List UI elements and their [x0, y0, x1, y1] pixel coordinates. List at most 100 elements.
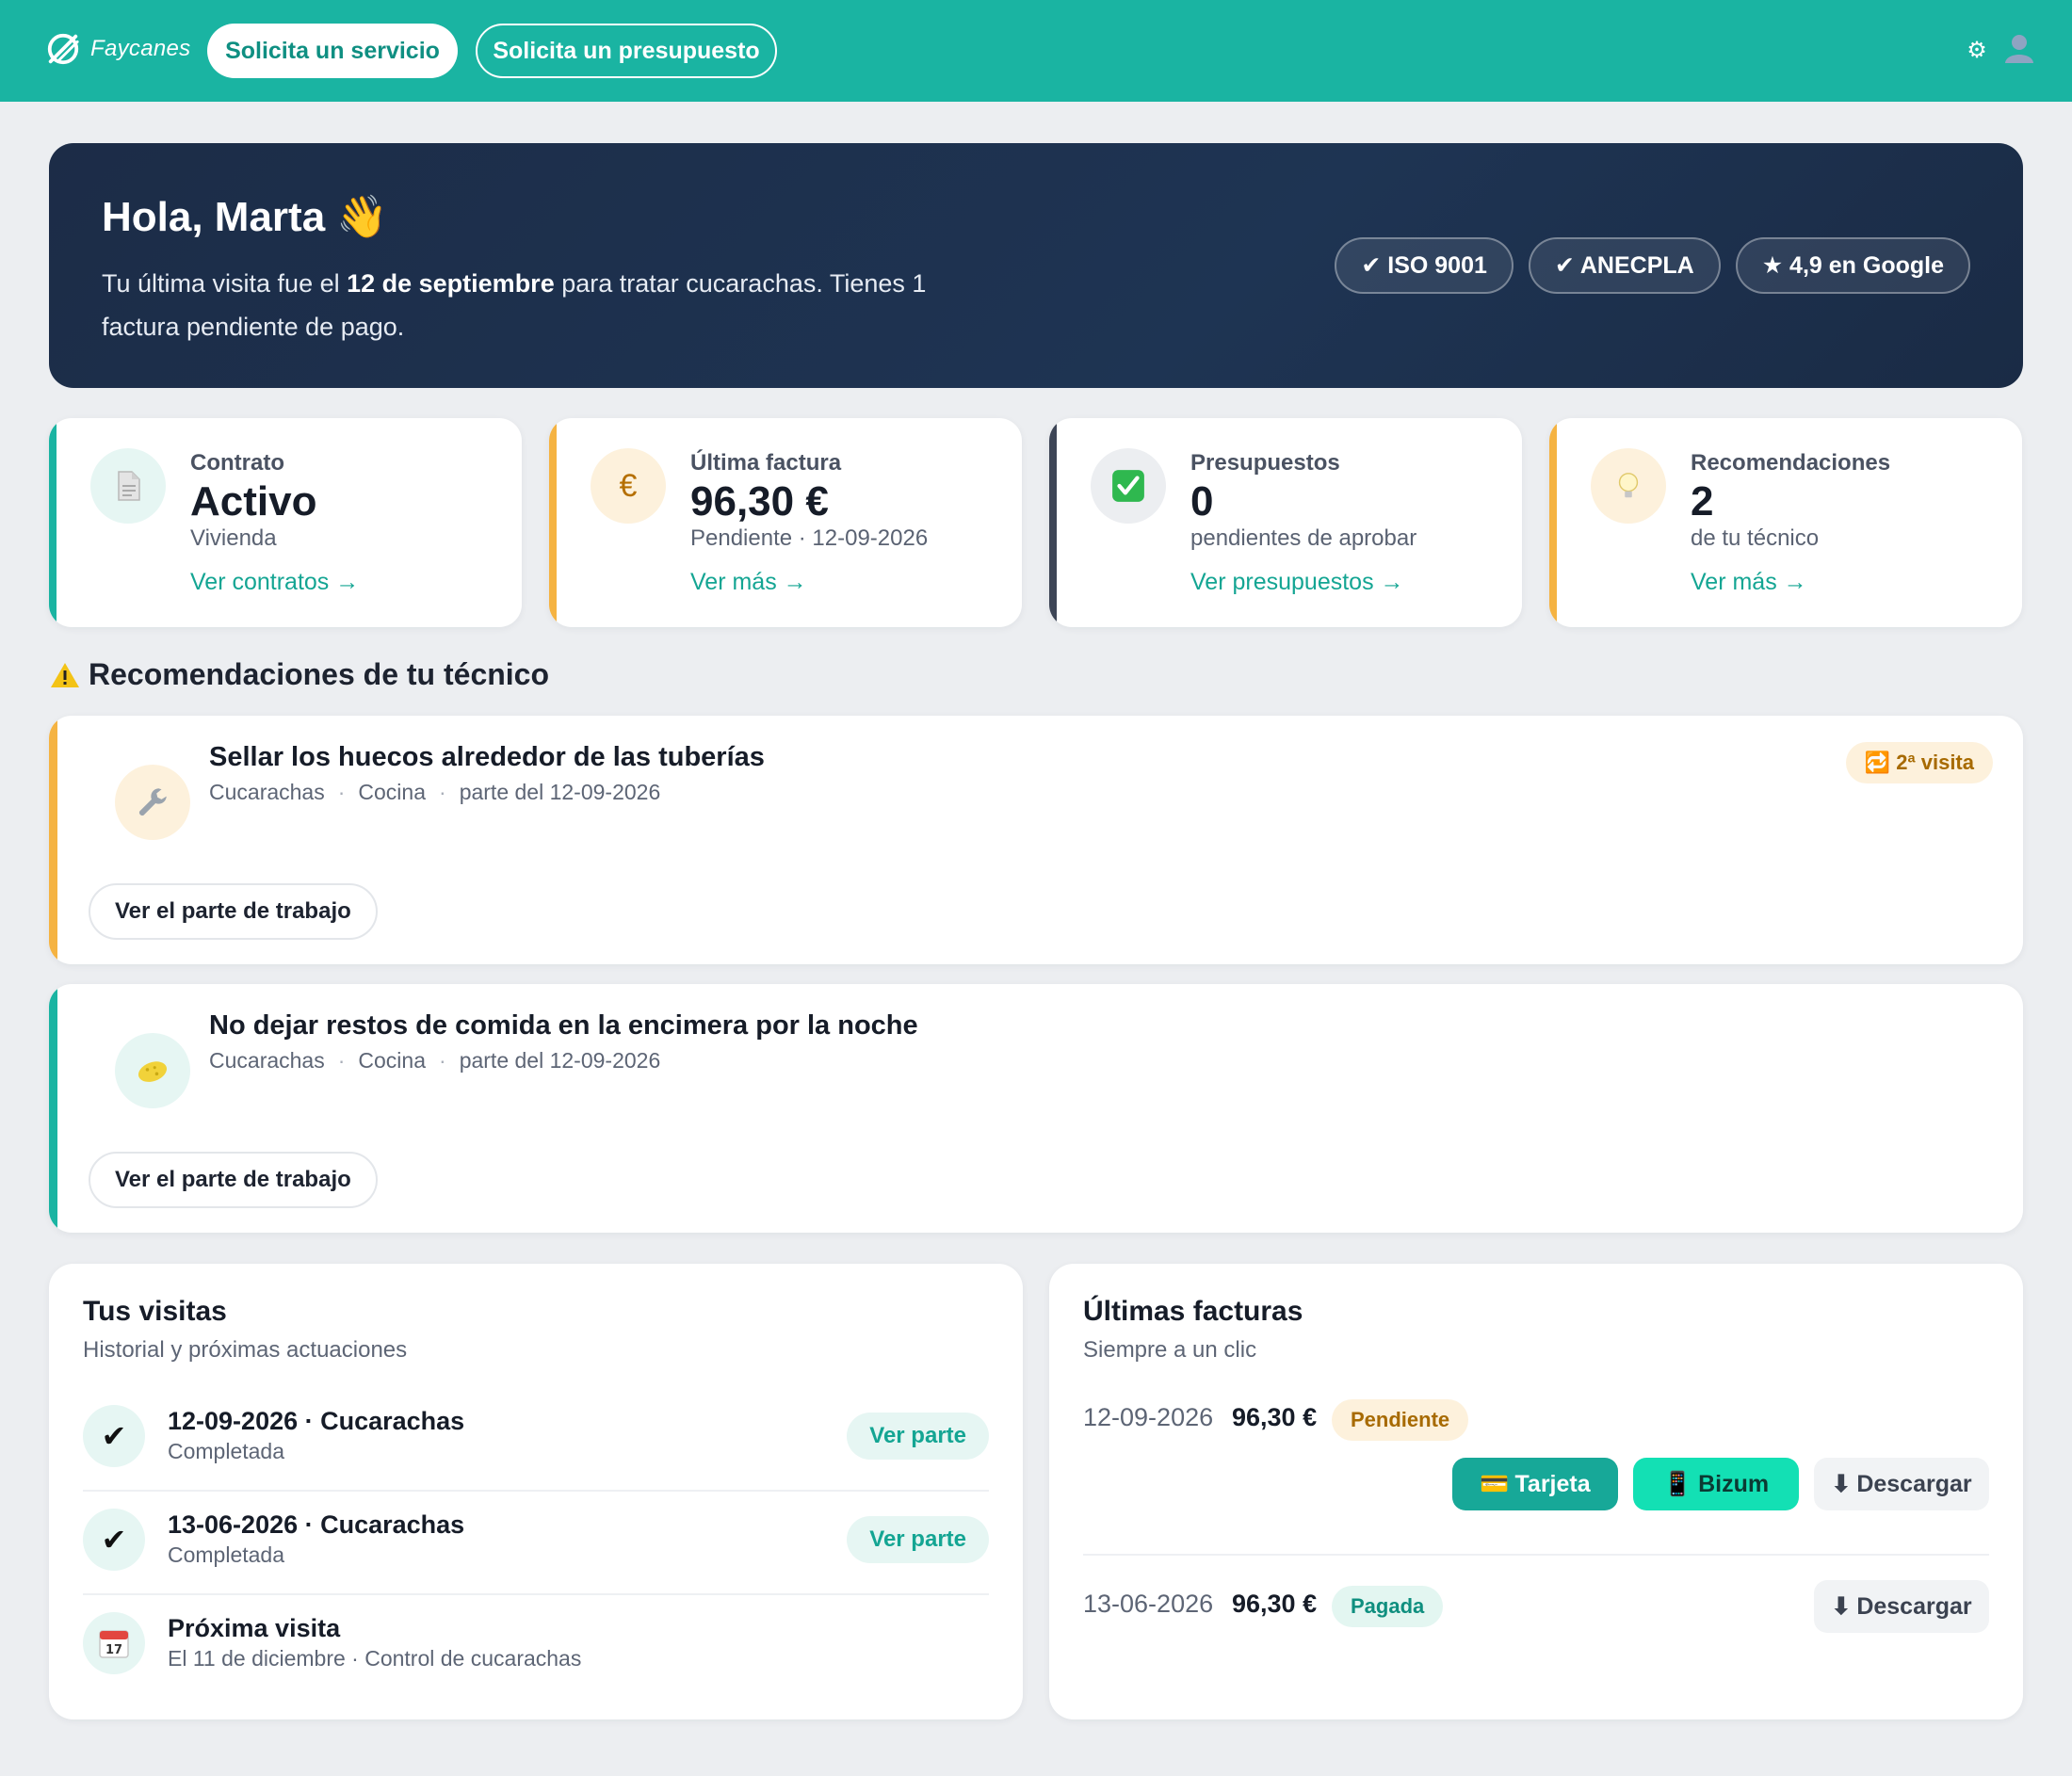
- request-service-button[interactable]: Solicita un servicio: [207, 24, 458, 78]
- download-label: Descargar: [1856, 1592, 1972, 1620]
- stat-value: 2: [1691, 478, 1714, 525]
- welcome-title: Hola, Marta 👋: [102, 192, 388, 241]
- visits-subtitle: Historial y próximas actuaciones: [83, 1337, 408, 1363]
- pest-label: Cucarachas: [209, 1048, 325, 1073]
- sponge-icon: [115, 1033, 190, 1108]
- room-label: Cocina: [358, 1048, 427, 1073]
- recommendation-card: No dejar restos de comida en la encimera…: [49, 984, 2023, 1233]
- welcome-banner: Hola, Marta 👋 Tu última visita fue el 12…: [49, 143, 2023, 388]
- gear-icon[interactable]: ⚙: [1965, 38, 1989, 63]
- waving-hand-icon: 👋: [336, 194, 389, 240]
- stat-value: 0: [1190, 478, 1214, 525]
- invoice-amount: 96,30 €: [1232, 1403, 1318, 1431]
- meta-separator: ·: [439, 1048, 446, 1073]
- recommendation-title: Sellar los huecos alrededor de las tuber…: [209, 742, 765, 772]
- checkmark-icon: ✔: [83, 1405, 145, 1467]
- user-avatar-icon[interactable]: [2002, 31, 2036, 70]
- welcome-greeting: Hola, Marta: [102, 194, 326, 240]
- download-invoice-button[interactable]: ⬇ Descargar: [1814, 1580, 1989, 1633]
- visits-title: Tus visitas: [83, 1296, 227, 1327]
- recommendation-title: No dejar restos de comida en la encimera…: [209, 1010, 918, 1041]
- view-contracts-link[interactable]: Ver contratos →: [190, 569, 359, 596]
- view-report-button[interactable]: Ver parte: [847, 1413, 989, 1460]
- meta-separator: ·: [337, 780, 346, 804]
- warning-icon: [51, 662, 79, 687]
- stat-card-contract[interactable]: Contrato Activo Vivienda Ver contratos →: [49, 418, 522, 627]
- invoice-date: 12-09-2026: [1083, 1403, 1214, 1431]
- visit-row: ✔ 12-09-2026 · Cucarachas Completada Ver…: [83, 1388, 989, 1492]
- invoices-subtitle: Siempre a un clic: [1083, 1337, 1257, 1363]
- meta-separator: ·: [337, 1048, 346, 1073]
- document-icon: [90, 448, 166, 524]
- recommendations-section-title: Recomendaciones de tu técnico: [49, 657, 549, 692]
- check-icon: [1091, 448, 1166, 524]
- checkmark-icon: ✔: [83, 1509, 145, 1571]
- stat-label: Presupuestos: [1190, 450, 1340, 476]
- invoice-amount: 96,30 €: [1232, 1590, 1318, 1618]
- request-quote-button[interactable]: Solicita un presupuesto: [476, 24, 777, 78]
- lightbulb-icon: [1591, 448, 1666, 524]
- status-badge: Pagada: [1332, 1586, 1444, 1627]
- download-icon: ⬇: [1831, 1593, 1852, 1620]
- last-visit-date: 12 de septiembre: [347, 269, 555, 298]
- stat-card-quotes[interactable]: Presupuestos 0 pendientes de aprobar Ver…: [1049, 418, 1522, 627]
- brand-logo[interactable]: Faycanes: [45, 31, 190, 67]
- recommendation-meta: Cucarachas · Cocina · parte del 12-09-20…: [209, 780, 660, 805]
- recommendation-meta: Cucarachas · Cocina · parte del 12-09-20…: [209, 1048, 660, 1074]
- meta-separator: ·: [439, 780, 446, 804]
- calendar-icon: 17: [83, 1612, 145, 1674]
- stat-subtext: pendientes de aprobar: [1190, 525, 1417, 551]
- stat-card-last-invoice[interactable]: € Última factura 96,30 € Pendiente · 12-…: [549, 418, 1022, 627]
- repeat-icon: 🔁: [1864, 751, 1891, 774]
- mobile-phone-icon: 📱: [1662, 1470, 1693, 1497]
- invoice-row: 12-09-2026 96,30 € Pendiente 💳 Tarjeta 📱 B…: [1083, 1396, 1989, 1556]
- view-quotes-link[interactable]: Ver presupuestos →: [1190, 569, 1404, 596]
- tag-text: 2ª visita: [1896, 751, 1974, 774]
- section-title-text: Recomendaciones de tu técnico: [89, 657, 550, 691]
- stat-label: Contrato: [190, 450, 284, 476]
- certification-badges: ✔ ISO 9001 ✔ ANECPLA ★ 4,9 en Google: [1335, 237, 1970, 294]
- view-more-invoice-link[interactable]: Ver más →: [690, 569, 807, 596]
- brand-mark-icon: [47, 33, 79, 65]
- euro-icon: €: [591, 448, 666, 524]
- stat-value: 96,30 €: [690, 478, 829, 525]
- visit-row: ✔ 13-06-2026 · Cucarachas Completada Ver…: [83, 1492, 989, 1595]
- stat-subtext: Vivienda: [190, 525, 277, 551]
- pay-card-label: Tarjeta: [1514, 1470, 1591, 1497]
- status-badge: Pendiente: [1332, 1399, 1469, 1441]
- pest-label: Cucarachas: [209, 780, 325, 804]
- pay-bizum-button[interactable]: 📱 Bizum: [1633, 1458, 1799, 1510]
- recommendation-card: Sellar los huecos alrededor de las tuber…: [49, 716, 2023, 964]
- visit-status: Completada: [168, 1439, 285, 1463]
- view-work-report-button[interactable]: Ver el parte de trabajo: [89, 1152, 378, 1208]
- stat-label: Última factura: [690, 450, 842, 476]
- download-icon: ⬇: [1831, 1471, 1852, 1497]
- pay-card-button[interactable]: 💳 Tarjeta: [1452, 1458, 1618, 1510]
- view-work-report-button[interactable]: Ver el parte de trabajo: [89, 883, 378, 940]
- topbar-actions: ⚙: [1965, 31, 2036, 70]
- brand-name: Faycanes: [90, 36, 191, 61]
- badge-anecpla: ✔ ANECPLA: [1528, 237, 1721, 294]
- visit-status: Completada: [168, 1542, 285, 1567]
- view-more-recommendations-link[interactable]: Ver más →: [1691, 569, 1807, 596]
- second-visit-tag: 🔁 2ª visita: [1845, 742, 1993, 783]
- welcome-message: Tu última visita fue el 12 de septiembre…: [102, 262, 1006, 348]
- badge-google-rating[interactable]: ★ 4,9 en Google: [1735, 237, 1970, 294]
- welcome-text-start: Tu última visita fue el: [102, 269, 348, 298]
- stat-subtext: de tu técnico: [1691, 525, 1820, 551]
- invoice-date: 13-06-2026: [1083, 1590, 1214, 1618]
- wrench-icon: [115, 765, 190, 840]
- invoices-panel: Últimas facturas Siempre a un clic 12-09…: [1049, 1264, 2023, 1719]
- visit-title: 13-06-2026 · Cucarachas: [168, 1510, 465, 1539]
- download-invoice-button[interactable]: ⬇ Descargar: [1814, 1458, 1989, 1510]
- calendar-day: 17: [105, 1643, 122, 1657]
- report-label: parte del 12-09-2026: [459, 1048, 661, 1073]
- invoices-title: Últimas facturas: [1083, 1296, 1303, 1327]
- next-visit-row: 17 Próxima visita El 11 de diciembre · C…: [83, 1595, 989, 1699]
- view-report-button[interactable]: Ver parte: [847, 1516, 989, 1563]
- visits-panel: Tus visitas Historial y próximas actuaci…: [49, 1264, 1023, 1719]
- badge-iso: ✔ ISO 9001: [1335, 237, 1514, 294]
- stat-card-recommendations[interactable]: Recomendaciones 2 de tu técnico Ver más …: [1549, 418, 2022, 627]
- report-label: parte del 12-09-2026: [459, 780, 661, 804]
- download-label: Descargar: [1856, 1470, 1972, 1497]
